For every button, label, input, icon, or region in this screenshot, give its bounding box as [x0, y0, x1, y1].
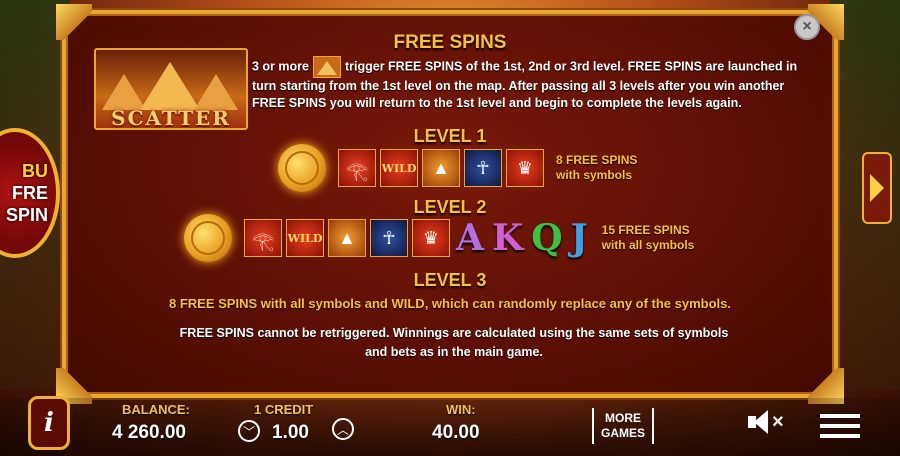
- jackal-symbol-icon: ▲: [328, 219, 366, 257]
- mute-x: ×: [772, 411, 784, 433]
- level-2-note: 15 FREE SPINS with all symbols: [601, 223, 695, 252]
- cleopatra-symbol-icon: ♛: [506, 149, 544, 187]
- pharaoh-symbol-icon: ☥: [464, 149, 502, 187]
- cleopatra-symbol-icon: ♛: [412, 219, 450, 257]
- anubis-symbol-icon: 𓂀: [244, 219, 282, 257]
- free-spins-description: 3 or more trigger FREE SPINS of the 1st, …: [252, 56, 818, 112]
- coin-symbol-icon: [278, 144, 326, 192]
- credit-label: 1 CREDIT: [254, 402, 314, 417]
- letter-k-symbol: K: [491, 217, 524, 259]
- hamburger-menu-icon[interactable]: [820, 414, 860, 440]
- coin-symbol-icon: [184, 214, 232, 262]
- balance-value: 4 260.00: [112, 422, 186, 443]
- anubis-symbol-icon: 𓂀: [338, 149, 376, 187]
- wild-symbol-icon: WILD: [286, 219, 324, 257]
- jackal-symbol-icon: ▲: [422, 149, 460, 187]
- rules-footer: FREE SPINS cannot be retriggered. Winnin…: [179, 326, 729, 359]
- badge-line-1: BU: [22, 161, 48, 181]
- chevron-right-icon: [870, 174, 884, 202]
- letter-a-symbol: A: [456, 217, 484, 259]
- win-label: WIN:: [446, 402, 476, 417]
- level-1-note: 8 FREE SPINS with symbols: [556, 153, 638, 182]
- info-icon[interactable]: i: [28, 396, 70, 450]
- level-1-symbols: 𓂀 WILD ▲ ☥ ♛ 8 FREE SPINS with symbols: [278, 144, 637, 192]
- badge-line-3: SPIN: [5, 205, 48, 225]
- increase-bet-button[interactable]: ︿: [332, 418, 354, 440]
- level-2-symbols: 𓂀 WILD ▲ ☥ ♛ A K Q J 15 FREE SPINS with …: [184, 214, 694, 262]
- badge-line-2: FRE: [12, 183, 48, 203]
- scatter-mini-icon: [312, 56, 341, 78]
- scatter-symbol: SCATTER: [94, 48, 248, 130]
- level-3-description: 8 FREE SPINS with all symbols and WILD, …: [168, 296, 732, 311]
- wild-symbol-icon: WILD: [380, 149, 418, 187]
- level-3-title: LEVEL 3: [413, 270, 487, 290]
- more-games-button[interactable]: MORE GAMES: [592, 408, 654, 444]
- pyramid-icon: [194, 74, 238, 110]
- next-page-button[interactable]: [862, 152, 892, 224]
- speaker-cone: [754, 410, 768, 434]
- balance-label: BALANCE:: [122, 402, 190, 417]
- decrease-bet-button[interactable]: ﹀: [238, 420, 260, 442]
- credit-value: 1.00: [272, 422, 309, 443]
- sound-muted-icon[interactable]: ×: [746, 410, 790, 438]
- pyramid-icon: [140, 62, 200, 110]
- pharaoh-symbol-icon: ☥: [370, 219, 408, 257]
- win-value: 40.00: [432, 422, 480, 443]
- letter-j-symbol: J: [570, 217, 588, 259]
- paytable-panel: × FREE SPINS SCATTER 3 or more trigger FR…: [56, 4, 844, 404]
- letter-q-symbol: Q: [531, 217, 563, 259]
- intro-prefix: 3 or more: [252, 59, 309, 74]
